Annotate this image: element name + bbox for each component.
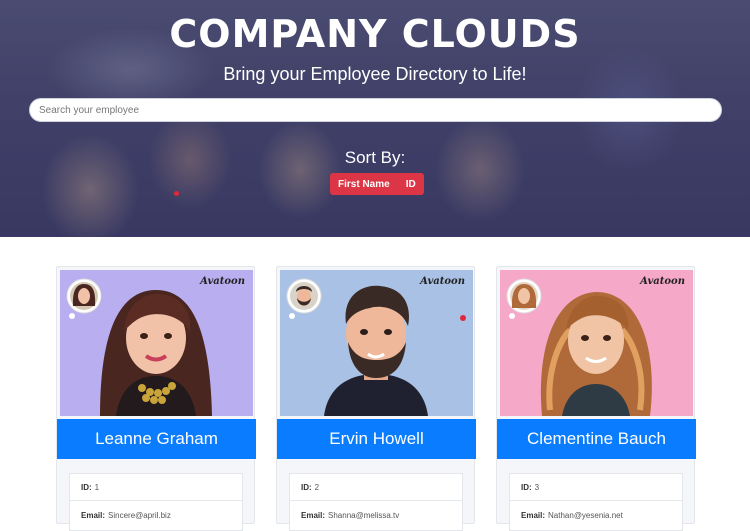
- employee-name: Leanne Graham: [57, 419, 256, 459]
- brand-logo: Avatoon: [640, 276, 685, 287]
- avatar-thumbnail: [66, 278, 102, 319]
- avatar-thumbnail: [286, 278, 322, 319]
- page-subtitle: Bring your Employee Directory to Life!: [223, 64, 527, 84]
- employee-card: Avatoon Clementine Bauch ID: 3 Email: Na…: [496, 266, 696, 531]
- employee-id-row: ID: 3: [509, 473, 683, 501]
- sort-button-group: First Name ID: [330, 173, 424, 195]
- email-label: Email:: [521, 511, 546, 520]
- employee-id-row: ID: 1: [69, 473, 243, 501]
- employee-avatar-image: Avatoon: [60, 270, 253, 416]
- brand-logo: Avatoon: [200, 276, 245, 287]
- employee-avatar-image: Avatoon: [500, 270, 693, 416]
- employee-email-row: Email: Nathan@yesenia.net: [509, 501, 683, 531]
- id-value: 3: [534, 482, 540, 492]
- sort-first-name-button[interactable]: First Name: [330, 173, 398, 195]
- sort-label: Sort By:: [344, 148, 406, 167]
- avatar-thumbnail: [506, 278, 542, 319]
- decorative-dot: [174, 191, 179, 196]
- hero-banner: COMPANY CLOUDS Bring your Employee Direc…: [0, 0, 750, 237]
- employee-avatar-image: Avatoon: [280, 270, 473, 416]
- brand-logo: Avatoon: [420, 276, 465, 287]
- search-input[interactable]: [29, 98, 722, 122]
- id-label: ID:: [521, 482, 532, 492]
- employee-email-row: Email: Sincere@april.biz: [69, 501, 243, 531]
- employee-name: Ervin Howell: [277, 419, 476, 459]
- page-title: COMPANY CLOUDS: [169, 12, 581, 56]
- id-value: 2: [314, 482, 320, 492]
- sort-id-button[interactable]: ID: [398, 173, 424, 195]
- employee-card: Avatoon Ervin Howell ID: 2 Email: Shanna…: [276, 266, 476, 531]
- employee-name: Clementine Bauch: [497, 419, 696, 459]
- email-value: Sincere@april.biz: [108, 511, 171, 520]
- employee-email-row: Email: Shanna@melissa.tv: [289, 501, 463, 531]
- id-label: ID:: [301, 482, 312, 492]
- email-label: Email:: [301, 511, 326, 520]
- employee-card: Avatoon Leanne Graham ID: 1 Email: Since…: [56, 266, 256, 531]
- email-value: Shanna@melissa.tv: [328, 511, 400, 520]
- id-label: ID:: [81, 482, 92, 492]
- id-value: 1: [94, 482, 100, 492]
- email-value: Nathan@yesenia.net: [548, 511, 623, 520]
- email-label: Email:: [81, 511, 106, 520]
- employee-id-row: ID: 2: [289, 473, 463, 501]
